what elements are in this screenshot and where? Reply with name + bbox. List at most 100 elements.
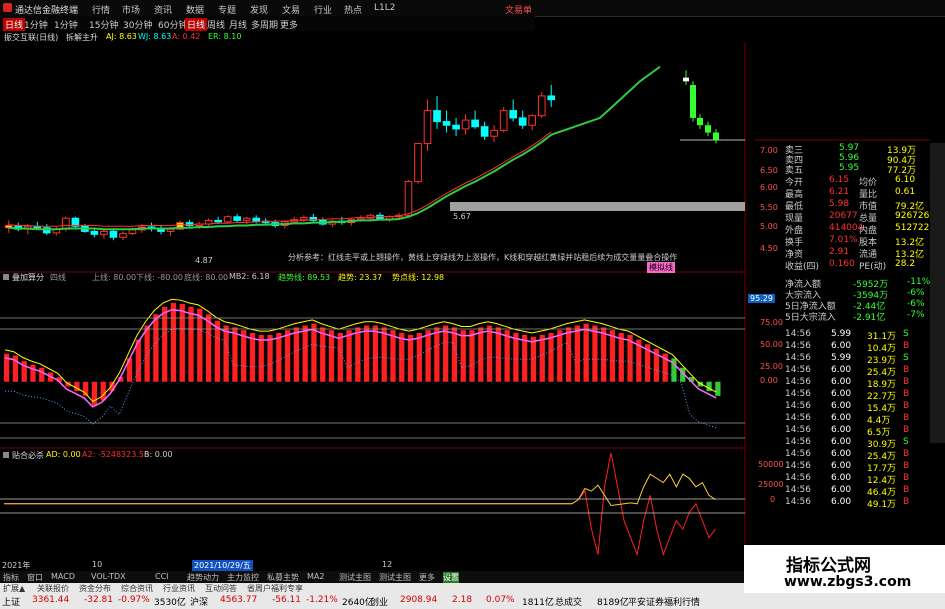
tick-side: B bbox=[903, 377, 910, 387]
sub1-bar bbox=[170, 303, 177, 382]
menu-item-faxian[interactable]: 发现 bbox=[250, 3, 268, 16]
indicator-tab[interactable]: 趋势动力 bbox=[187, 572, 219, 583]
period-tab-month[interactable]: 月线 bbox=[229, 18, 247, 31]
status-right-label[interactable]: 平安证券福利行情 bbox=[628, 595, 700, 608]
sub2-name[interactable]: 贴合必杀 bbox=[12, 450, 44, 461]
sub1-bar bbox=[601, 327, 607, 382]
sub1-bar bbox=[522, 334, 528, 382]
tick-price: 6.00 bbox=[831, 377, 852, 387]
candle-body bbox=[690, 84, 696, 118]
capital-value: -6% bbox=[907, 299, 925, 309]
period-tab-1min[interactable]: 1分钟 bbox=[24, 18, 48, 31]
sub1-tick: 75.00 bbox=[760, 318, 783, 327]
period-tab-15min[interactable]: 15分钟 bbox=[89, 18, 118, 31]
menu-item-shichang[interactable]: 市场 bbox=[122, 3, 140, 16]
index-field: 3530亿 bbox=[154, 598, 186, 608]
stat-value: 2.91 bbox=[829, 247, 850, 257]
sub1-bar bbox=[302, 325, 308, 382]
sub1-bar bbox=[407, 334, 414, 382]
indicator-tab[interactable]: MACD bbox=[51, 572, 75, 581]
indicator-tab[interactable]: 私募主势 bbox=[267, 572, 299, 583]
stat-value: 6.21 bbox=[829, 187, 850, 197]
sub1-bar bbox=[425, 330, 431, 382]
sub1-bar bbox=[249, 333, 256, 382]
formula-name[interactable]: 拆解主升 bbox=[66, 32, 98, 43]
stock-name[interactable]: 振交互联(日线) bbox=[4, 32, 58, 43]
menu-item-zhuanti[interactable]: 专题 bbox=[218, 3, 236, 16]
period-tab-week[interactable]: 周线 bbox=[207, 18, 225, 31]
indicator-tab[interactable]: VOL-TDX bbox=[91, 572, 126, 581]
tick-price: 6.00 bbox=[831, 401, 852, 411]
tick-price: 6.00 bbox=[831, 365, 852, 375]
index-field: 0.07% bbox=[486, 595, 515, 605]
trade-label[interactable]: 文易单 bbox=[505, 3, 532, 16]
sub1-bar bbox=[565, 327, 572, 382]
sub1-bar bbox=[364, 325, 370, 382]
sub1-bar bbox=[320, 327, 326, 382]
menu-item-l1l2[interactable]: L1L2 bbox=[374, 3, 395, 13]
stat-value: 6.10 bbox=[895, 175, 916, 185]
indicator-tab[interactable]: 测试主图 bbox=[339, 572, 371, 583]
menu-item-redian[interactable]: 热点 bbox=[344, 3, 362, 16]
indicator-tab[interactable]: 窗口 bbox=[27, 572, 43, 583]
indicator-tab[interactable]: MA2 bbox=[307, 572, 324, 581]
tick-price: 6.00 bbox=[831, 449, 852, 459]
capital-value: -7% bbox=[907, 310, 925, 320]
candle-body bbox=[471, 119, 479, 128]
candle-body bbox=[518, 117, 527, 126]
indicator-tab[interactable]: 设置 bbox=[443, 572, 459, 583]
candle-body bbox=[713, 132, 719, 140]
index-field: 4563.77 bbox=[220, 595, 258, 605]
period-tab-day-b[interactable]: 日线 bbox=[185, 18, 208, 31]
candle-body bbox=[128, 229, 137, 235]
stat-label: 收益(四) bbox=[785, 262, 820, 272]
period-tab-1min-b[interactable]: 1分钟 bbox=[54, 18, 78, 31]
period-tab-60min[interactable]: 60分钟 bbox=[158, 18, 187, 31]
indicator-tab[interactable]: 更多 bbox=[419, 572, 435, 583]
indicator-a: A: 0.42 bbox=[172, 32, 201, 41]
indicator-tab[interactable]: 主力监控 bbox=[227, 572, 259, 583]
gray-range-box bbox=[450, 202, 745, 211]
index-field: 2908.94 bbox=[400, 595, 438, 605]
capital-label: 5日大宗流入 bbox=[785, 313, 836, 323]
sub1-icon bbox=[3, 274, 9, 280]
tick-price: 6.00 bbox=[831, 413, 852, 423]
period-tab-more[interactable]: 更多 bbox=[280, 18, 298, 31]
tick-volume: 49.1万 bbox=[867, 500, 897, 510]
indicator-tab[interactable]: 测试主图 bbox=[379, 572, 411, 583]
stat-value: 28.2 bbox=[895, 259, 916, 269]
main-indicator-header: 振交互联(日线) 拆解主升 AJ: 8.63 WJ: 8.63 A: 0.42 … bbox=[0, 31, 535, 43]
sub1-bar bbox=[205, 314, 212, 382]
menu-item-zixun[interactable]: 资讯 bbox=[154, 3, 172, 16]
menu-item-hangye[interactable]: 行业 bbox=[314, 3, 332, 16]
candle-body bbox=[683, 77, 689, 82]
sub2-tick: 0 bbox=[770, 495, 776, 504]
sub1-name[interactable]: 叠加算分 bbox=[12, 272, 44, 283]
index-field: 1811亿 bbox=[522, 598, 554, 608]
sub1-bar bbox=[100, 381, 106, 401]
sub1-bar bbox=[214, 320, 220, 382]
tick-price: 5.99 bbox=[831, 353, 852, 363]
candle-body bbox=[490, 129, 498, 137]
period-tab-multi[interactable]: 多周期 bbox=[251, 18, 278, 31]
sub1-bar bbox=[478, 327, 484, 382]
sub1-bar bbox=[293, 327, 300, 382]
price-tick: 5.00 bbox=[760, 222, 778, 231]
capital-value: -11% bbox=[907, 277, 931, 287]
sub1-bar bbox=[416, 333, 422, 382]
menu-item-shuju[interactable]: 数据 bbox=[186, 3, 204, 16]
tick-side: B bbox=[903, 389, 910, 399]
candle-body bbox=[223, 216, 232, 223]
menu-item-hangqing[interactable]: 行情 bbox=[92, 3, 110, 16]
indicator-tab[interactable]: CCI bbox=[155, 572, 169, 581]
candle-body bbox=[299, 216, 308, 221]
menu-item-wenyi[interactable]: 文易 bbox=[282, 3, 300, 16]
date-axis-mid: 10 bbox=[92, 560, 103, 569]
tick-side: B bbox=[903, 449, 910, 459]
indicator-tab[interactable]: 指标 bbox=[3, 572, 19, 583]
period-tab-day[interactable]: 日线 bbox=[3, 18, 26, 31]
sub1-bar bbox=[618, 333, 624, 382]
date-axis-cursor: 2021/10/29/五 bbox=[192, 560, 253, 571]
period-tab-30min[interactable]: 30分钟 bbox=[123, 18, 152, 31]
candle-body bbox=[100, 230, 108, 235]
